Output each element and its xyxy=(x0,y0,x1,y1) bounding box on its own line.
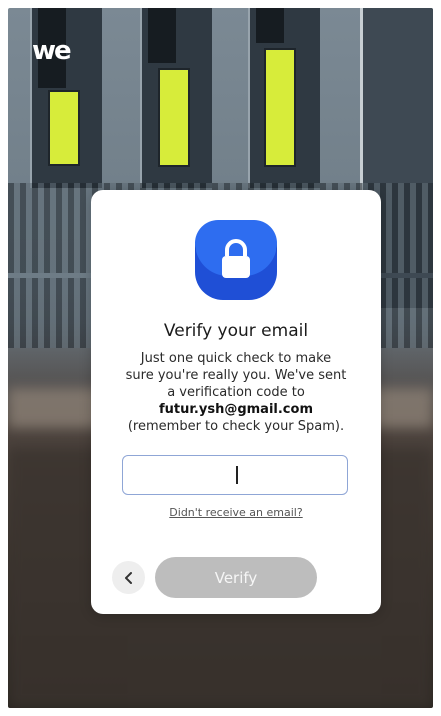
spam-note: (remember to check your Spam). xyxy=(127,419,345,434)
back-button[interactable] xyxy=(112,561,145,594)
meter xyxy=(158,68,190,167)
chevron-left-icon xyxy=(124,571,132,584)
dialog-message: Just one quick check to make sure you're… xyxy=(107,350,365,435)
meter xyxy=(264,48,296,167)
lock-badge xyxy=(195,220,277,300)
resend-email-link[interactable]: Didn't receive an email? xyxy=(91,506,381,519)
email-address: futur.ysh@gmail.com xyxy=(158,402,313,417)
verify-email-dialog: Verify your email Just one quick check t… xyxy=(91,190,381,614)
dialog-title: Verify your email xyxy=(163,321,309,341)
lock-icon xyxy=(222,239,250,278)
meter xyxy=(256,8,284,43)
message-line: a verification code to xyxy=(167,385,305,400)
message-line: sure you're really you. We've sent xyxy=(125,368,347,383)
text-caret xyxy=(236,466,238,484)
message-line: Just one quick check to make xyxy=(140,351,332,366)
verify-button[interactable]: Verify xyxy=(155,557,317,598)
meter xyxy=(148,8,176,63)
meter xyxy=(48,90,80,166)
verification-code-input[interactable] xyxy=(122,455,348,495)
wetransfer-logo: we xyxy=(32,36,72,66)
